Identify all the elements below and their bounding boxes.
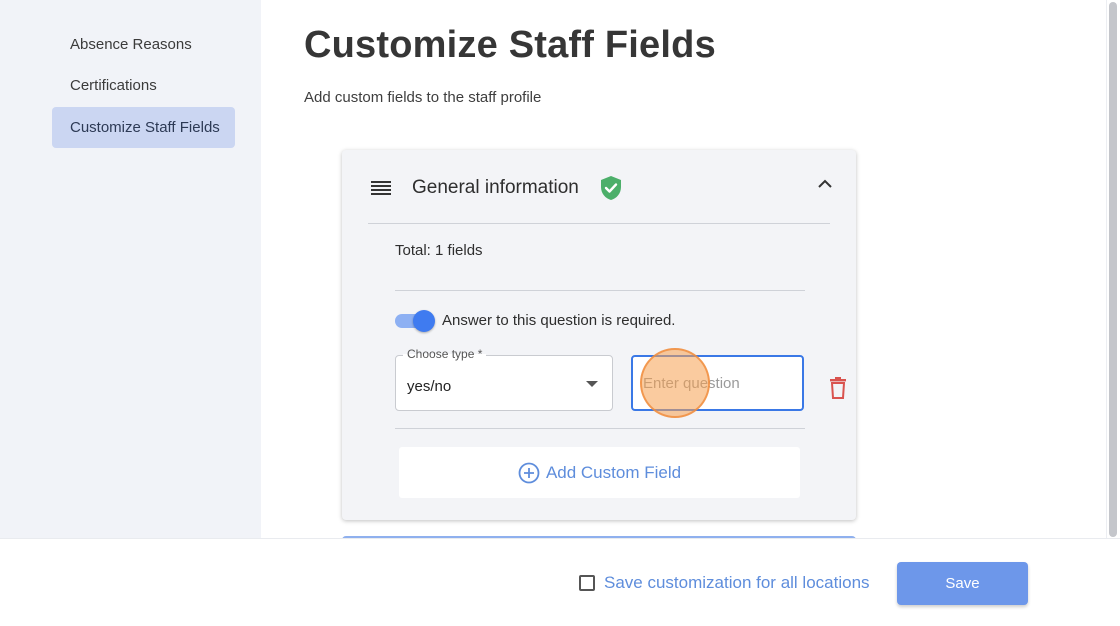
plus-circle-icon [518,462,540,483]
save-button[interactable]: Save [897,562,1028,605]
divider [395,428,805,429]
sidebar-item-absence-reasons[interactable]: Absence Reasons [52,24,235,65]
section-title: General information [412,177,579,198]
divider [368,223,830,224]
shield-check-icon [601,176,621,200]
question-input[interactable] [631,355,804,411]
field-total: Total: 1 fields [395,242,483,259]
footer-bar: Save customization for all locations Sav… [0,538,1120,626]
chevron-up-icon[interactable] [816,177,834,191]
required-toggle[interactable] [395,310,435,332]
type-select[interactable]: Choose type * yes/no [395,347,613,411]
sidebar-item-label: Customize Staff Fields [70,119,220,136]
divider [395,290,805,291]
save-all-locations-checkbox[interactable] [579,575,595,591]
caret-down-icon [586,381,598,387]
type-select-value: yes/no [407,378,452,395]
sidebar: Absence Reasons Certifications Customize… [0,0,261,538]
menu-icon[interactable] [371,181,391,195]
sidebar-item-customize-staff-fields[interactable]: Customize Staff Fields [52,107,235,148]
add-custom-field-button[interactable]: Add Custom Field [399,447,800,498]
page-subtitle: Add custom fields to the staff profile [304,89,542,106]
general-information-section: General information Total: 1 fields Answ… [342,150,856,520]
sidebar-item-label: Certifications [70,77,157,94]
toggle-thumb [413,310,435,332]
trash-icon[interactable] [829,377,847,399]
required-label: Answer to this question is required. [442,312,676,329]
page-title: Customize Staff Fields [304,24,716,66]
add-custom-field-label: Add Custom Field [545,462,682,482]
sidebar-item-certifications[interactable]: Certifications [52,65,235,106]
save-all-locations-label[interactable]: Save customization for all locations [604,573,870,593]
type-select-label: Choose type * [403,347,487,361]
main-content: Customize Staff Fields Add custom fields… [261,0,1106,538]
sidebar-item-label: Absence Reasons [70,36,192,53]
scrollbar-thumb[interactable] [1109,2,1117,537]
